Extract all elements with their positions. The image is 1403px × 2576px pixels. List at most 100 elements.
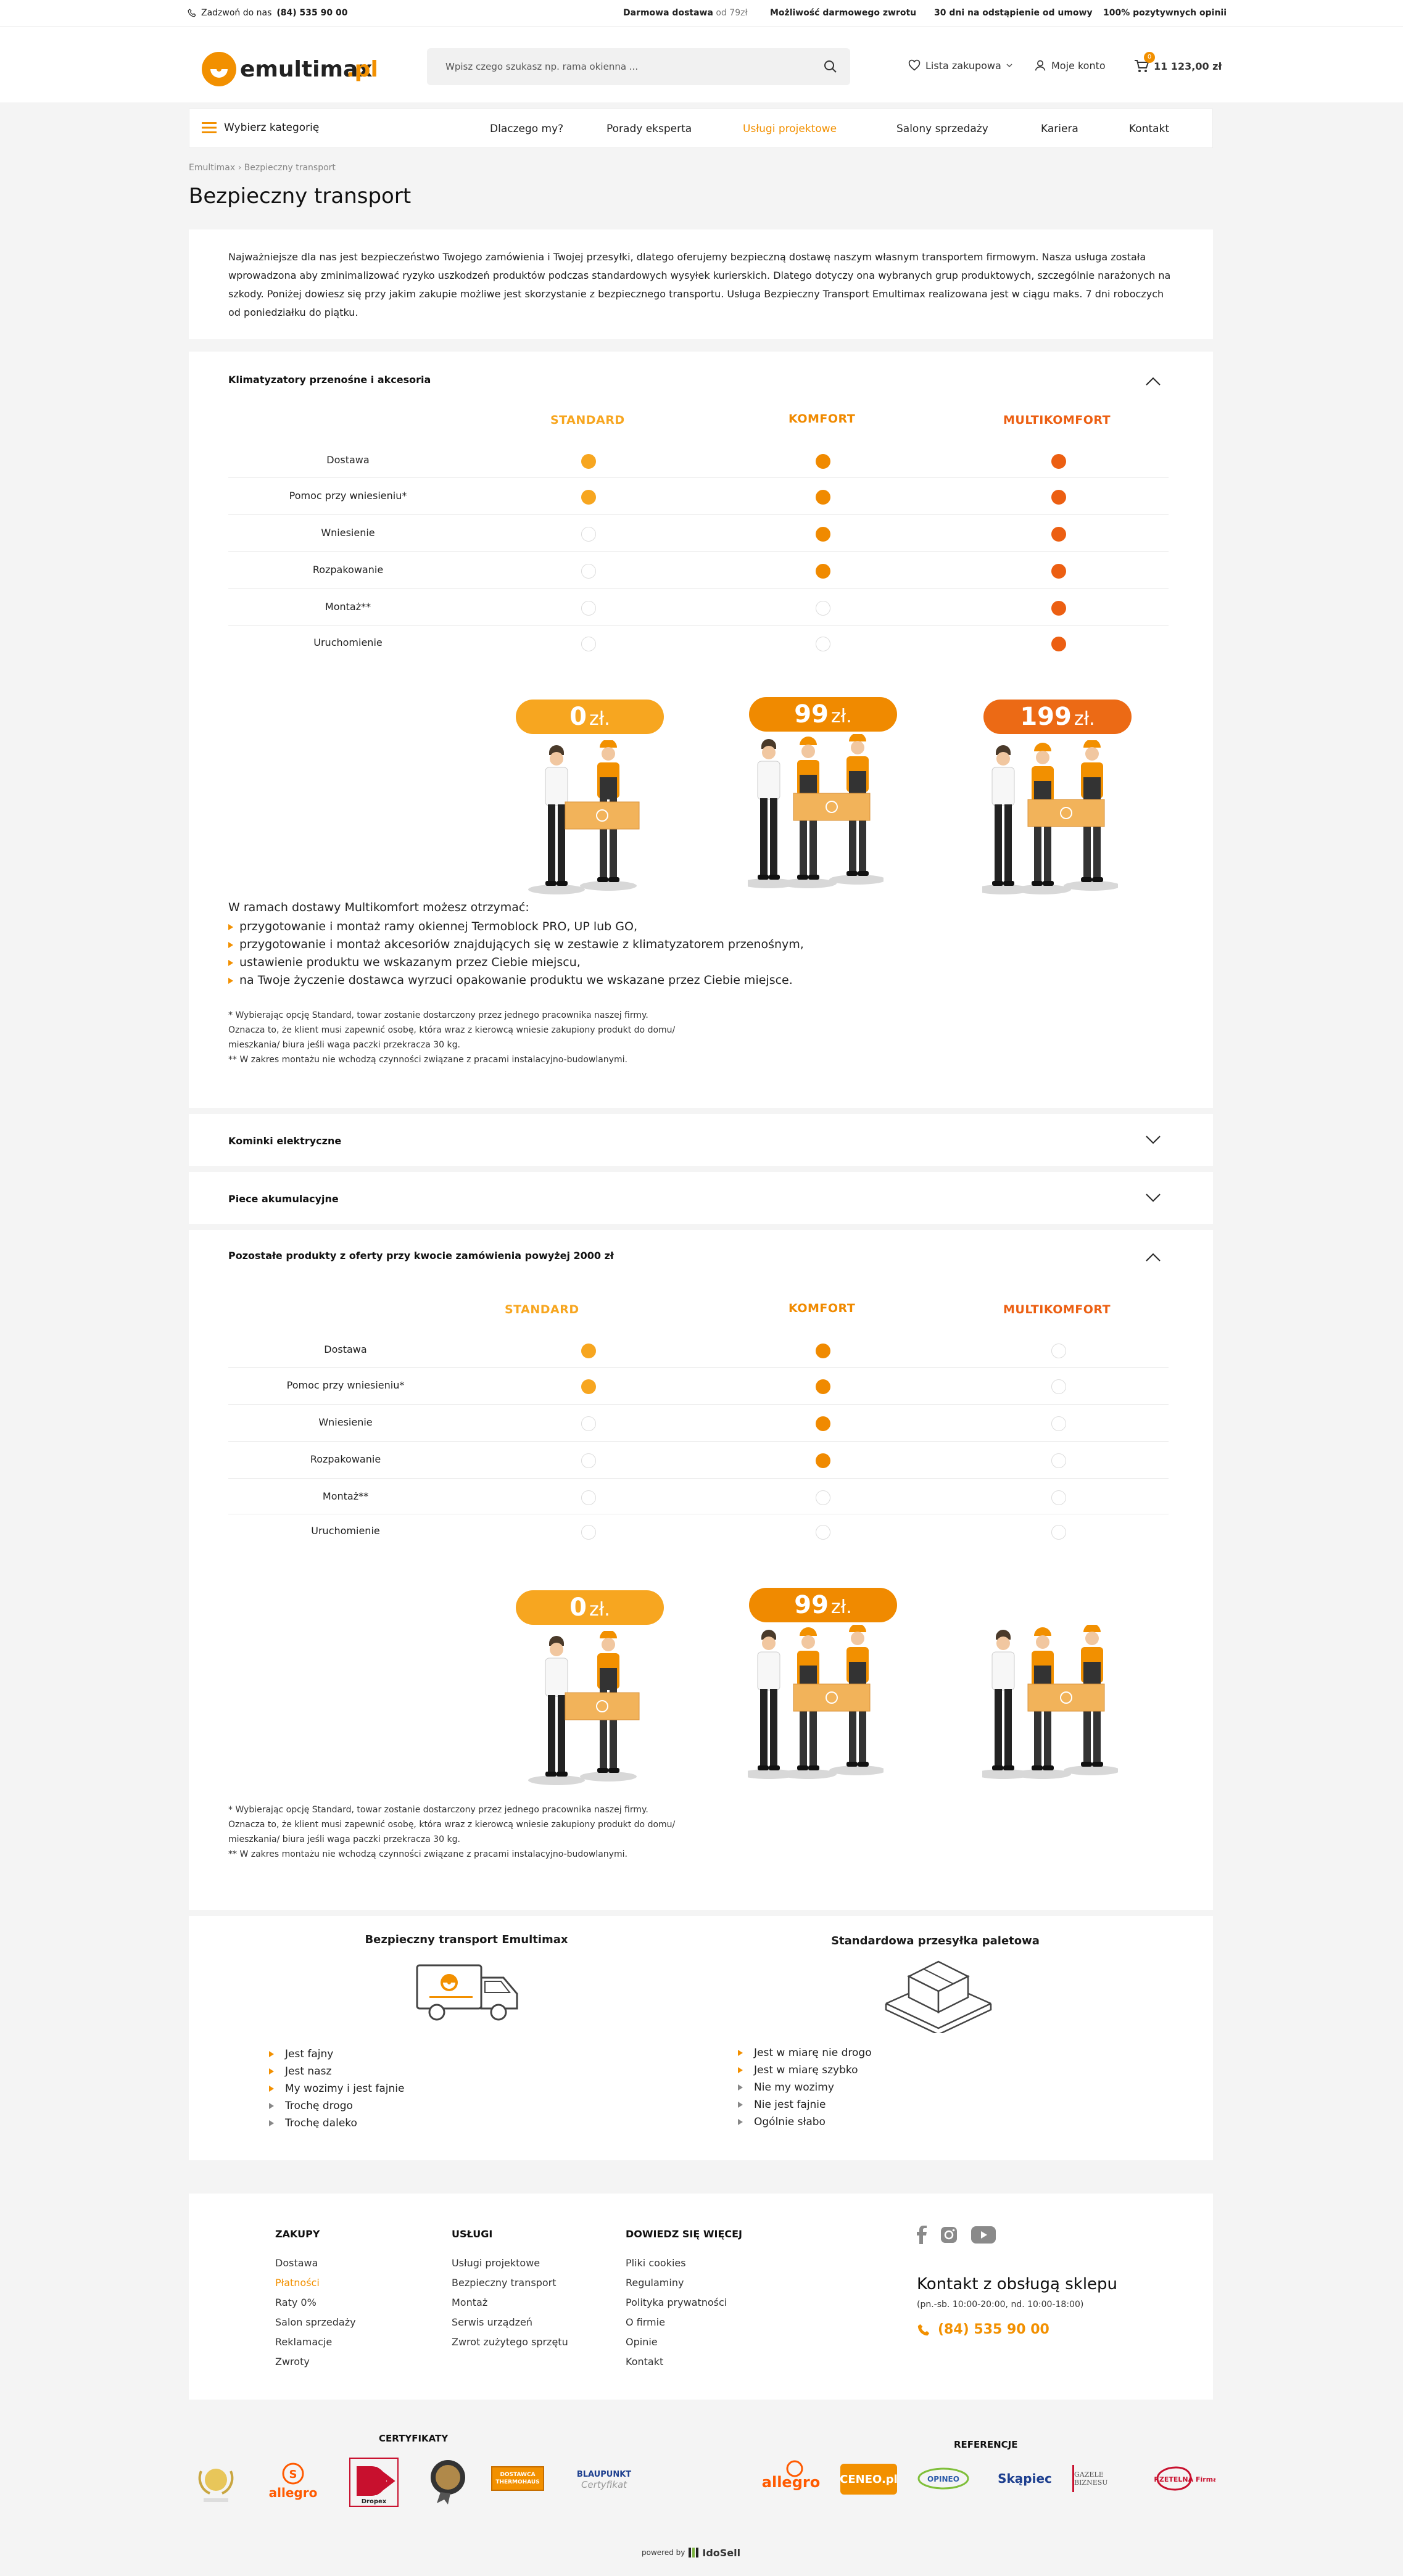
feature-dot-multikomfort-not-included xyxy=(1051,1525,1066,1540)
chevron-up-icon[interactable] xyxy=(1145,1252,1161,1262)
footer-link[interactable]: O firmie xyxy=(626,2313,742,2332)
footer-link[interactable]: Usługi projektowe xyxy=(452,2253,568,2273)
chevron-down-icon[interactable] xyxy=(1145,1193,1161,1203)
breadcrumb[interactable]: Emultimax › Bezpieczny transport xyxy=(189,163,336,173)
row-label-carry-in: Wniesienie xyxy=(318,1416,373,1428)
cart-total: 11 123,00 zł xyxy=(1154,60,1222,72)
svg-text:RZETELNA Firma: RZETELNA Firma xyxy=(1154,2475,1215,2483)
nav-showrooms[interactable]: Salony sprzedaży xyxy=(896,123,988,135)
footer-link[interactable]: Kontakt xyxy=(626,2352,742,2372)
feature-dot-multikomfort-included xyxy=(1051,454,1066,469)
list-item: Trochę daleko xyxy=(269,2115,357,2132)
ref-opineo[interactable]: OPINEO xyxy=(917,2466,970,2491)
row-label-unpacking: Rozpakowanie xyxy=(312,564,384,576)
footer-link[interactable]: Salon sprzedaży xyxy=(275,2313,356,2332)
seal-badge-icon[interactable] xyxy=(428,2458,468,2504)
feature-dot-standard-not-included xyxy=(581,1453,596,1468)
footer-link[interactable]: Zwrot zużytego sprzętu xyxy=(452,2332,568,2352)
intro-text: Najważniejsze dla nas jest bezpieczeństw… xyxy=(228,251,1171,318)
contact-title: Kontakt z obsługą sklepu xyxy=(917,2275,1118,2293)
allegro-badge-icon: allegro xyxy=(762,2460,820,2491)
contact-phone[interactable]: (84) 535 90 00 xyxy=(917,2322,1049,2337)
logo-icon: emultimax .pl xyxy=(202,52,378,86)
nav-contact[interactable]: Kontakt xyxy=(1129,123,1169,135)
nav-career[interactable]: Kariera xyxy=(1041,123,1078,135)
footer: ZAKUPY Dostawa Płatności Raty 0% Salon s… xyxy=(189,2194,1213,2400)
section-storage-heaters[interactable]: Piece akumulacyjne xyxy=(189,1172,1213,1224)
social-links xyxy=(917,2226,996,2244)
list-item: przygotowanie i montaż ramy okiennej Ter… xyxy=(228,918,804,936)
cert-blaupunkt[interactable]: BLAUPUNKT Certyfikat xyxy=(570,2465,638,2495)
list-item: Jest nasz xyxy=(269,2063,404,2080)
nav-why-us[interactable]: Dlaczego my? xyxy=(490,123,563,135)
feature-dot-multikomfort-not-included xyxy=(1051,1453,1066,1468)
couriers-svg xyxy=(740,1624,886,1779)
ref-ceneo[interactable]: CENEO.pl xyxy=(840,2464,898,2495)
footer-link[interactable]: Pliki cookies xyxy=(626,2253,742,2273)
section-electric-fireplaces[interactable]: Kominki elektryczne xyxy=(189,1114,1213,1166)
youtube-icon[interactable] xyxy=(971,2226,996,2244)
feature-dot-multikomfort-not-included xyxy=(1051,1379,1066,1394)
footer-link[interactable]: Opinie xyxy=(626,2332,742,2352)
top-phone[interactable]: Zadzwoń do nas (84) 535 90 00 xyxy=(188,8,348,18)
wishlist-link[interactable]: Lista zakupowa xyxy=(908,59,1012,72)
cert-dropex[interactable]: Dropex xyxy=(349,2458,399,2507)
cert-allegro[interactable]: Sallegro xyxy=(265,2461,321,2502)
nav-design-services[interactable]: Usługi projektowe xyxy=(743,123,837,135)
account-link[interactable]: Moje konto xyxy=(1034,59,1106,72)
category-menu-button[interactable]: Wybierz kategorię xyxy=(202,122,319,134)
footer-link[interactable]: Bezpieczny transport xyxy=(452,2273,568,2293)
section-title[interactable]: Pozostałe produkty z oferty przy kwocie … xyxy=(228,1250,614,1261)
feature-dot-komfort-included xyxy=(816,1379,830,1394)
logo[interactable]: emultimax .pl xyxy=(199,44,384,94)
nav-expert-advice[interactable]: Porady eksperta xyxy=(606,123,692,135)
page-title: Bezpieczny transport xyxy=(189,184,412,208)
instagram-icon[interactable] xyxy=(940,2226,958,2244)
feature-dot-multikomfort-not-included xyxy=(1051,1490,1066,1505)
section-title[interactable]: Kominki elektryczne xyxy=(228,1135,341,1147)
footer-link[interactable]: Montaż xyxy=(452,2293,568,2313)
dropex-badge-icon: Dropex xyxy=(357,2466,395,2505)
footer-link[interactable]: Dostawa xyxy=(275,2253,356,2273)
header: emultimax .pl Lista zakupowa Moje konto … xyxy=(0,27,1403,102)
section-title[interactable]: Klimatyzatory przenośne i akcesoria xyxy=(228,374,431,386)
intro-card: Najważniejsze dla nas jest bezpieczeństw… xyxy=(189,229,1213,339)
list-item: Jest w miarę nie drogo xyxy=(738,2044,872,2062)
search-icon[interactable] xyxy=(823,59,838,74)
ref-allegro[interactable]: allegro xyxy=(760,2459,822,2496)
footer-link[interactable]: Płatności xyxy=(275,2273,356,2293)
footer-link[interactable]: Raty 0% xyxy=(275,2293,356,2313)
footer-link[interactable]: Polityka prywatności xyxy=(626,2293,742,2313)
ref-rzetelna[interactable]: RZETELNA Firma xyxy=(1154,2465,1215,2492)
list-item: Nie my wozimy xyxy=(738,2079,834,2096)
row-label-delivery: Dostawa xyxy=(324,1344,367,1355)
couriers-svg xyxy=(740,733,886,888)
cert-thermohaus[interactable]: DOSTAWCA THERMOHAUS xyxy=(491,2466,544,2491)
row-label-startup: Uruchomienie xyxy=(311,1525,380,1537)
footer-link[interactable]: Reklamacje xyxy=(275,2332,356,2352)
usp-30-days: 30 dni na odstąpienie od umowy xyxy=(934,8,1093,18)
chevron-up-icon[interactable] xyxy=(1145,376,1161,386)
chevron-down-icon[interactable] xyxy=(1145,1135,1161,1145)
pallet-cons-list: Nie my wozimy Nie jest fajnie Ogólnie sł… xyxy=(738,2079,834,2131)
ref-skapiec[interactable]: Skąpiec xyxy=(991,2465,1059,2492)
row-divider xyxy=(228,551,1169,552)
section-title[interactable]: Piece akumulacyjne xyxy=(228,1193,339,1205)
footer-link[interactable]: Serwis urządzeń xyxy=(452,2313,568,2332)
footer-link[interactable]: Regulaminy xyxy=(626,2273,742,2293)
feature-dot-standard-not-included xyxy=(581,564,596,579)
multikomfort-lead: W ramach dostawy Multikomfort możesz otr… xyxy=(228,901,529,914)
ref-gazele[interactable]: GAZELE BIZNESU xyxy=(1072,2465,1134,2492)
list-item: Jest fajny xyxy=(269,2046,404,2063)
couriers-svg xyxy=(528,739,640,894)
feature-dot-komfort-included xyxy=(816,454,830,469)
references-title: REFERENCJE xyxy=(954,2439,1018,2450)
laurel-badge-icon[interactable] xyxy=(192,2459,239,2508)
footer-link[interactable]: Zwroty xyxy=(275,2352,356,2372)
powered-by[interactable]: powered by IdoSell xyxy=(642,2546,740,2559)
feature-dot-komfort-included xyxy=(816,564,830,579)
svg-text:OPINEO: OPINEO xyxy=(927,2475,959,2483)
list-item: ustawienie produktu we wskazanym przez C… xyxy=(228,954,804,972)
facebook-icon[interactable] xyxy=(917,2226,927,2244)
search-input[interactable] xyxy=(445,48,803,85)
